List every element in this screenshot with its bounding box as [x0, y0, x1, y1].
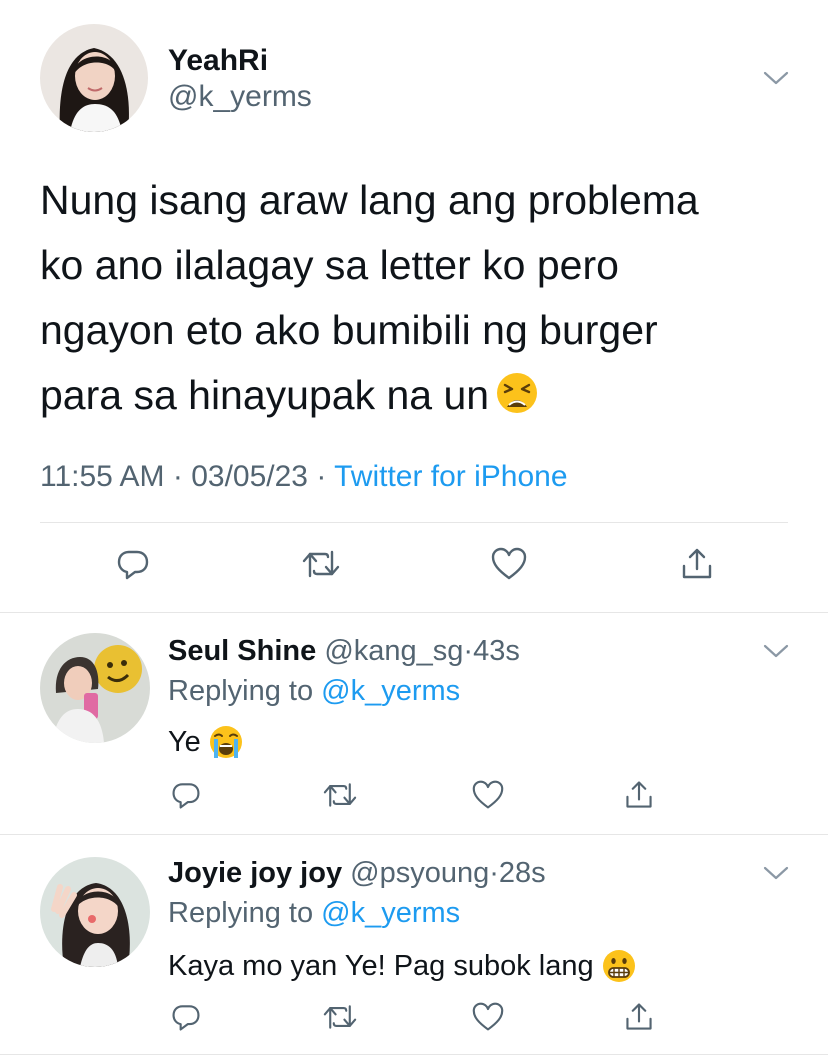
chevron-down-icon[interactable]: [762, 70, 790, 86]
mention-link[interactable]: @k_yerms: [321, 897, 460, 929]
reply-button[interactable]: [166, 999, 206, 1039]
tweet-source-link[interactable]: Twitter for iPhone: [334, 460, 567, 493]
reply-tweet[interactable]: Joyie joy joy @psyoung·28s Replying to @…: [0, 835, 828, 1055]
heart-icon: [471, 1001, 505, 1038]
tweet-metadata: 11:55 AM · 03/05/23 · Twitter for iPhone: [40, 460, 568, 494]
tweet-text-line: para sa hinayupak na un: [40, 363, 780, 434]
reply-time: 28s: [498, 857, 546, 889]
user-handle[interactable]: @psyoung: [350, 857, 489, 889]
share-icon: [623, 1001, 655, 1038]
tweet-text-line: ngayon eto ako bumibili ng burger: [40, 307, 658, 353]
retweet-icon: [322, 1001, 358, 1038]
retweet-icon: [301, 546, 341, 587]
chevron-down-icon[interactable]: [762, 865, 790, 881]
user-handle[interactable]: @kang_sg: [324, 635, 463, 667]
like-button[interactable]: [489, 546, 529, 586]
chevron-down-icon[interactable]: [762, 643, 790, 659]
user-handle[interactable]: @k_yerms: [168, 80, 312, 114]
tweet-text-line: ko ano ilalagay sa letter ko pero: [40, 242, 619, 288]
reply-time: 43s: [473, 635, 520, 667]
tired-face-emoji: [495, 369, 539, 434]
grimacing-face-emoji: [602, 949, 636, 991]
reply-button[interactable]: [113, 546, 153, 586]
tweet-time: 11:55 AM: [40, 460, 165, 493]
reply-header: Seul Shine @kang_sg·43s: [168, 635, 520, 668]
reply-tweet[interactable]: Seul Shine @kang_sg·43s Replying to @k_y…: [0, 613, 828, 835]
main-tweet: YeahRi @k_yerms Nung isang araw lang ang…: [0, 0, 828, 613]
meta-separator: ·: [489, 857, 499, 889]
display-name[interactable]: YeahRi: [168, 44, 268, 78]
divider: [40, 522, 788, 523]
like-button[interactable]: [468, 777, 508, 817]
retweet-button[interactable]: [301, 546, 341, 586]
tweet-text: Nung isang araw lang ang problema ko ano…: [40, 168, 780, 434]
replying-to-label: Replying to: [168, 675, 322, 707]
tweet-text-segment: para sa hinayupak na un: [40, 372, 490, 418]
loudly-crying-face-emoji: [209, 725, 243, 767]
reply-text-content: Ye: [168, 726, 201, 758]
share-button[interactable]: [677, 546, 717, 586]
like-button[interactable]: [468, 999, 508, 1039]
tweet-date: 03/05/23: [191, 460, 308, 493]
share-icon: [623, 779, 655, 816]
share-icon: [679, 546, 715, 587]
display-name[interactable]: Joyie joy joy: [168, 857, 342, 889]
heart-icon: [490, 546, 528, 587]
meta-separator: ·: [463, 635, 474, 667]
mention-link[interactable]: @k_yerms: [321, 675, 460, 707]
tweet-text-line: Nung isang araw lang ang problema: [40, 177, 699, 223]
avatar[interactable]: [40, 633, 150, 743]
reply-text: Ye: [168, 725, 243, 767]
share-button[interactable]: [619, 999, 659, 1039]
display-name[interactable]: Seul Shine: [168, 635, 316, 667]
reply-text-content: Kaya mo yan Ye! Pag subok lang: [168, 950, 594, 982]
replying-to: Replying to @k_yerms: [168, 675, 460, 708]
replying-to-label: Replying to: [168, 897, 322, 929]
meta-separator: ·: [164, 460, 192, 493]
reply-header: Joyie joy joy @psyoung·28s: [168, 857, 546, 890]
heart-icon: [471, 779, 505, 816]
reply-icon: [170, 1001, 202, 1038]
reply-button[interactable]: [166, 777, 206, 817]
retweet-icon: [322, 779, 358, 816]
reply-icon: [115, 546, 151, 587]
retweet-button[interactable]: [320, 999, 360, 1039]
reply-icon: [170, 779, 202, 816]
share-button[interactable]: [619, 777, 659, 817]
avatar[interactable]: [40, 857, 150, 967]
avatar[interactable]: [40, 24, 148, 132]
replying-to: Replying to @k_yerms: [168, 897, 460, 930]
reply-text: Kaya mo yan Ye! Pag subok lang: [168, 949, 636, 991]
retweet-button[interactable]: [320, 777, 360, 817]
meta-separator: ·: [307, 460, 335, 493]
